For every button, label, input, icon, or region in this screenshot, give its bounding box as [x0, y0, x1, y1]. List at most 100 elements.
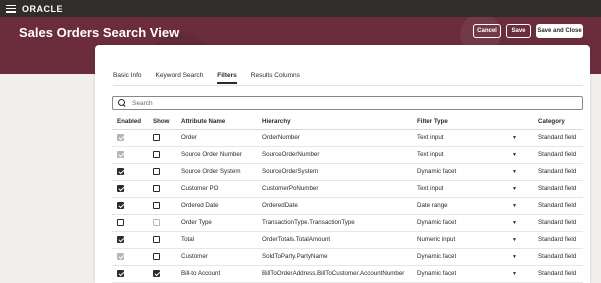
show-cell — [148, 129, 176, 147]
chevron-down-icon[interactable]: ▼ — [512, 237, 517, 243]
hierarchy-cell: SoldToParty.PartyName — [257, 248, 412, 266]
attribute-name-cell: Source Order Number — [176, 146, 257, 164]
chevron-down-icon[interactable]: ▼ — [512, 152, 517, 158]
enabled-checkbox[interactable] — [117, 167, 124, 175]
chevron-down-icon[interactable]: ▼ — [512, 135, 517, 141]
category-cell: Standard field — [533, 248, 583, 266]
enabled-cell — [112, 265, 148, 283]
enabled-cell — [112, 214, 148, 232]
hamburger-menu-icon[interactable] — [6, 4, 16, 13]
show-checkbox[interactable] — [153, 269, 160, 277]
table-header-row: Enabled Show Attribute Name Hierarchy Fi… — [112, 115, 583, 130]
show-cell — [148, 163, 176, 181]
chevron-down-icon[interactable]: ▼ — [512, 203, 517, 209]
filter-type-select[interactable]: Text input ▼ — [417, 151, 517, 158]
table-row: Order Type TransactionType.TransactionTyp… — [112, 214, 583, 232]
show-cell — [148, 180, 176, 198]
filter-type-cell[interactable]: Dynamic facet ▼ — [412, 163, 533, 181]
attribute-name-cell: Total — [176, 231, 257, 249]
column-header-show[interactable]: Show — [148, 115, 176, 130]
category-cell: Standard field — [533, 197, 583, 215]
hierarchy-cell: BillToOrderAddress.BillToCustomer.Accoun… — [257, 265, 412, 283]
show-checkbox[interactable] — [153, 167, 160, 175]
column-header-category[interactable]: Category — [533, 115, 583, 130]
filter-type-select[interactable]: Dynamic facet ▼ — [417, 270, 517, 277]
attribute-name-cell: Order Type — [176, 214, 257, 232]
hierarchy-cell: SourceOrderNumber — [257, 146, 412, 164]
filter-type-cell[interactable]: Dynamic facet ▼ — [412, 265, 533, 283]
filter-type-cell[interactable]: Date range ▼ — [412, 197, 533, 215]
show-checkbox[interactable] — [153, 150, 160, 158]
chevron-down-icon[interactable]: ▼ — [512, 169, 517, 175]
show-checkbox[interactable] — [153, 201, 160, 209]
show-cell — [148, 146, 176, 164]
filter-type-cell[interactable]: Numeric input ▼ — [412, 231, 533, 249]
page-background-left — [0, 74, 95, 283]
save-button[interactable]: Save — [506, 24, 531, 38]
hierarchy-cell: OrderNumber — [257, 129, 412, 147]
attribute-name-cell: Bill-to Account — [176, 265, 257, 283]
column-header-enabled[interactable]: Enabled — [112, 115, 148, 130]
column-header-attribute-name[interactable]: Attribute Name — [176, 115, 257, 130]
filter-type-cell[interactable]: Dynamic facet ▼ — [412, 248, 533, 266]
search-input[interactable] — [132, 99, 572, 107]
enabled-checkbox[interactable] — [117, 235, 124, 243]
show-checkbox[interactable] — [153, 252, 160, 260]
enabled-checkbox — [117, 133, 124, 141]
tab-keyword-search[interactable]: Keyword Search — [156, 72, 204, 84]
hierarchy-cell: OrderedDate — [257, 197, 412, 215]
enabled-checkbox[interactable] — [117, 269, 124, 277]
category-cell: Standard field — [533, 163, 583, 181]
filter-type-value: Dynamic facet — [417, 219, 457, 226]
show-checkbox[interactable] — [153, 235, 160, 243]
filter-type-cell[interactable]: Text input ▼ — [412, 129, 533, 147]
show-checkbox[interactable] — [153, 184, 160, 192]
filter-type-value: Dynamic facet — [417, 168, 457, 175]
attribute-name-cell: Ordered Date — [176, 197, 257, 215]
filter-type-select[interactable]: Dynamic facet ▼ — [417, 219, 517, 226]
table-row: Bill-to Account BillToOrderAddress.BillTo… — [112, 265, 583, 283]
filter-type-select[interactable]: Dynamic facet ▼ — [417, 168, 517, 175]
enabled-checkbox[interactable] — [117, 184, 124, 192]
tab-filters[interactable]: Filters — [217, 72, 237, 84]
category-cell: Standard field — [533, 180, 583, 198]
show-checkbox[interactable] — [153, 133, 160, 141]
filter-type-select[interactable]: Text input ▼ — [417, 185, 517, 192]
chevron-down-icon[interactable]: ▼ — [512, 271, 517, 277]
enabled-checkbox[interactable] — [117, 201, 124, 209]
enabled-cell — [112, 129, 148, 147]
category-cell: Standard field — [533, 231, 583, 249]
filter-type-value: Numeric input — [417, 236, 456, 243]
chevron-down-icon[interactable]: ▼ — [512, 220, 517, 226]
hierarchy-cell: SourceOrderSystem — [257, 163, 412, 181]
table-row: Ordered Date OrderedDate Date range ▼ Standa… — [112, 197, 583, 215]
filter-type-cell[interactable]: Text input ▼ — [412, 146, 533, 164]
filter-type-select[interactable]: Text input ▼ — [417, 134, 517, 141]
search-icon — [118, 99, 126, 107]
search-box[interactable] — [112, 96, 583, 110]
column-header-hierarchy[interactable]: Hierarchy — [257, 115, 412, 130]
filter-type-cell[interactable]: Text input ▼ — [412, 180, 533, 198]
tab-basic-info[interactable]: Basic Info — [113, 72, 142, 84]
show-cell — [148, 265, 176, 283]
chevron-down-icon[interactable]: ▼ — [512, 254, 517, 260]
enabled-checkbox — [117, 150, 124, 158]
table-row: Total OrderTotals.TotalAmount Numeric inpu… — [112, 231, 583, 249]
chevron-down-icon[interactable]: ▼ — [512, 186, 517, 192]
enabled-checkbox[interactable] — [117, 218, 124, 226]
filter-type-value: Dynamic facet — [417, 270, 457, 277]
save-and-close-button[interactable]: Save and Close — [536, 24, 583, 38]
filter-type-select[interactable]: Date range ▼ — [417, 202, 517, 209]
table-row: Customer PO CustomerPoNumber Text input ▼ St… — [112, 180, 583, 198]
filters-table: Enabled Show Attribute Name Hierarchy Fi… — [112, 115, 583, 283]
tab-results-columns[interactable]: Results Columns — [251, 72, 300, 84]
show-cell — [148, 248, 176, 266]
filter-type-select[interactable]: Dynamic facet ▼ — [417, 253, 517, 260]
category-cell: Standard field — [533, 146, 583, 164]
column-header-filter-type[interactable]: Filter Type — [412, 115, 533, 130]
cancel-button[interactable]: Cancel — [473, 24, 501, 38]
filter-type-select[interactable]: Numeric input ▼ — [417, 236, 517, 243]
attribute-name-cell: Customer — [176, 248, 257, 266]
filter-type-value: Text input — [417, 185, 444, 192]
filter-type-cell[interactable]: Dynamic facet ▼ — [412, 214, 533, 232]
